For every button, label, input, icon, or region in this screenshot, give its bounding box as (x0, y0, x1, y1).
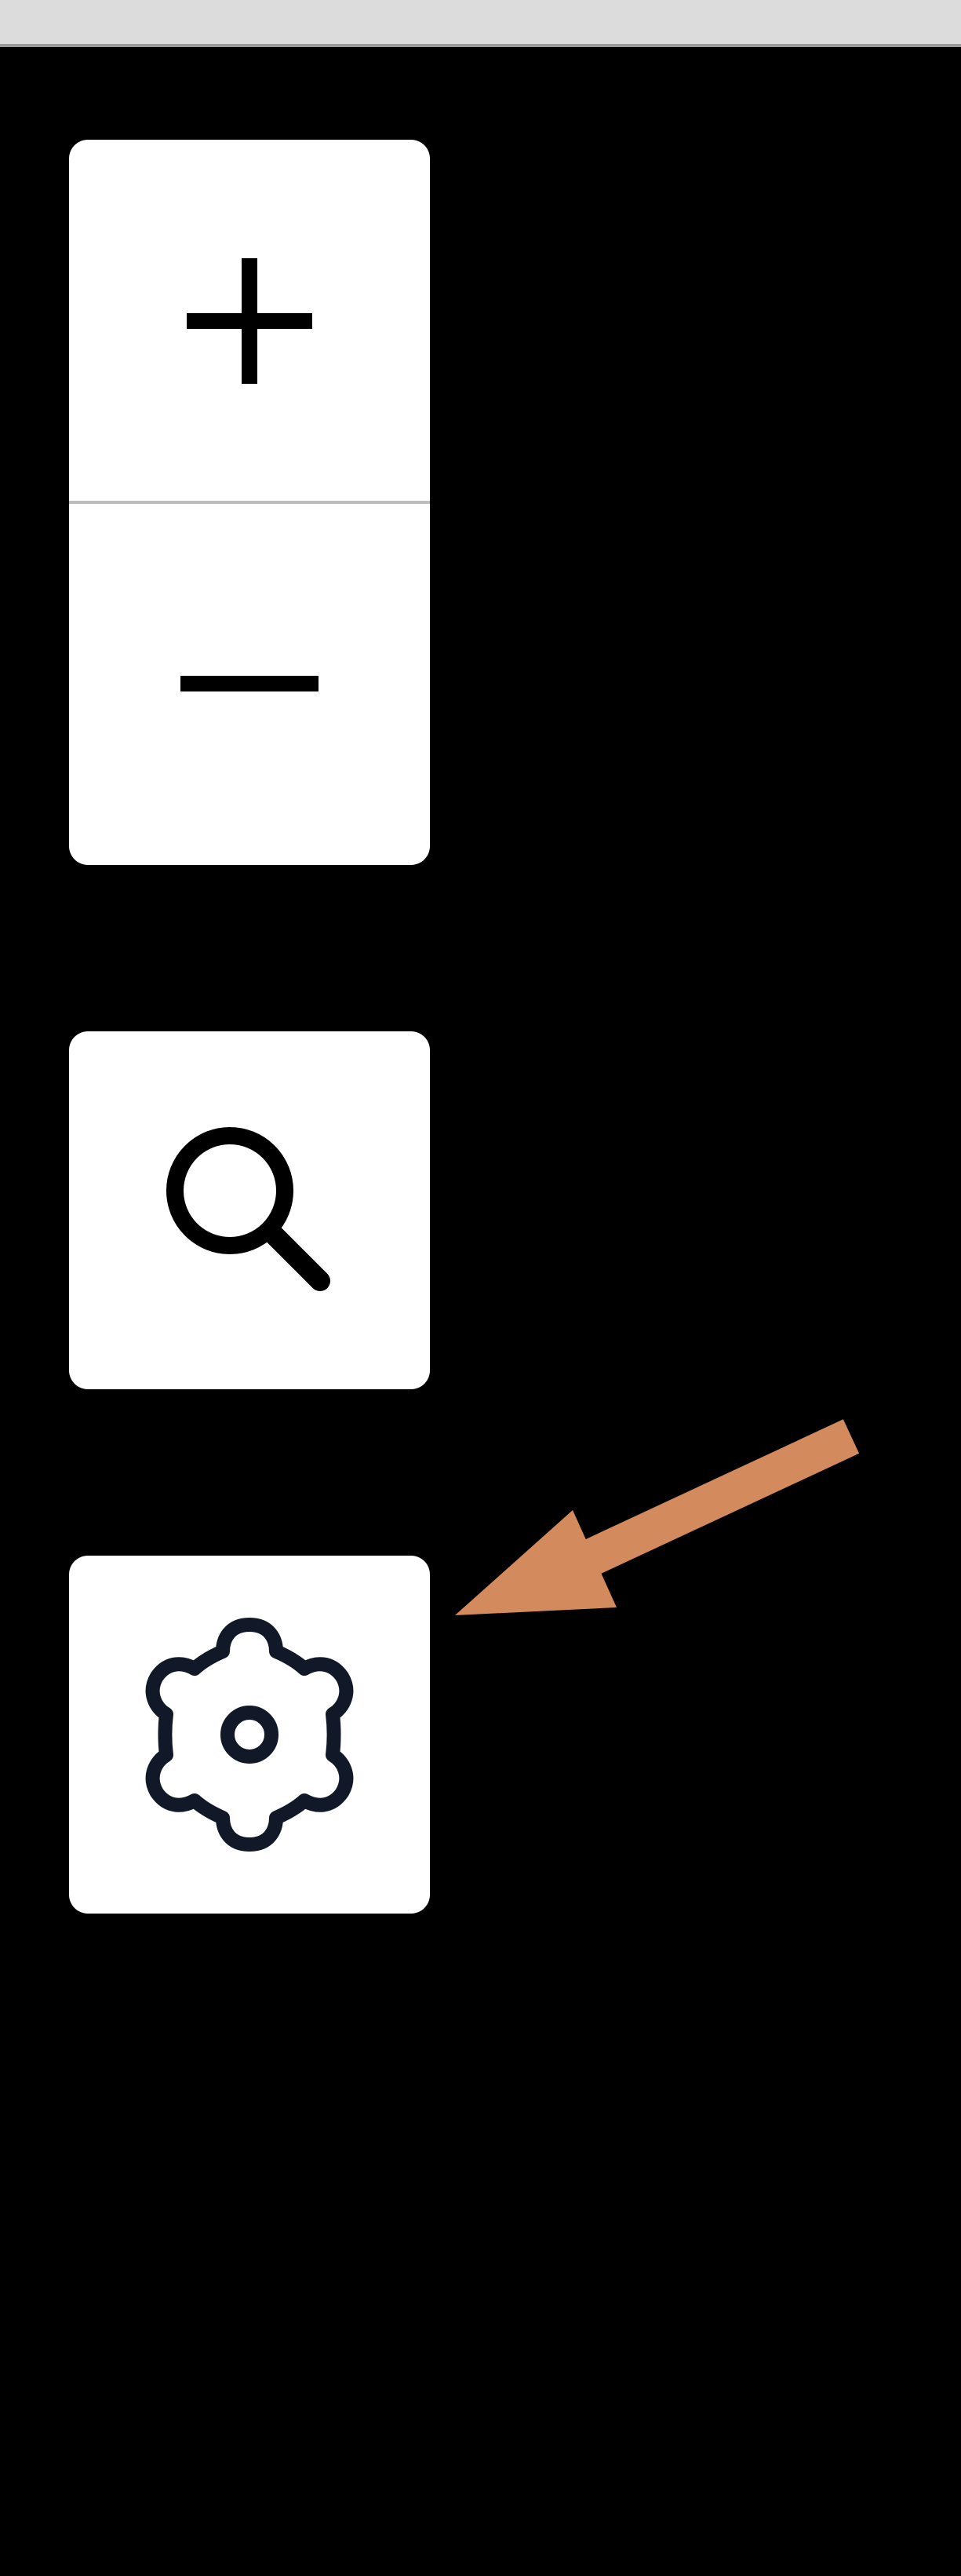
settings-button[interactable] (69, 1556, 430, 1914)
annotation-arrow (439, 1413, 879, 1664)
plus-icon (171, 243, 328, 400)
search-icon (147, 1108, 351, 1312)
zoom-control-group (69, 140, 430, 865)
search-button[interactable] (69, 1031, 430, 1389)
zoom-in-button[interactable] (69, 140, 430, 502)
zoom-out-button[interactable] (69, 502, 430, 865)
window-top-bar (0, 0, 961, 47)
gear-icon (108, 1593, 391, 1876)
minus-icon (171, 668, 328, 699)
